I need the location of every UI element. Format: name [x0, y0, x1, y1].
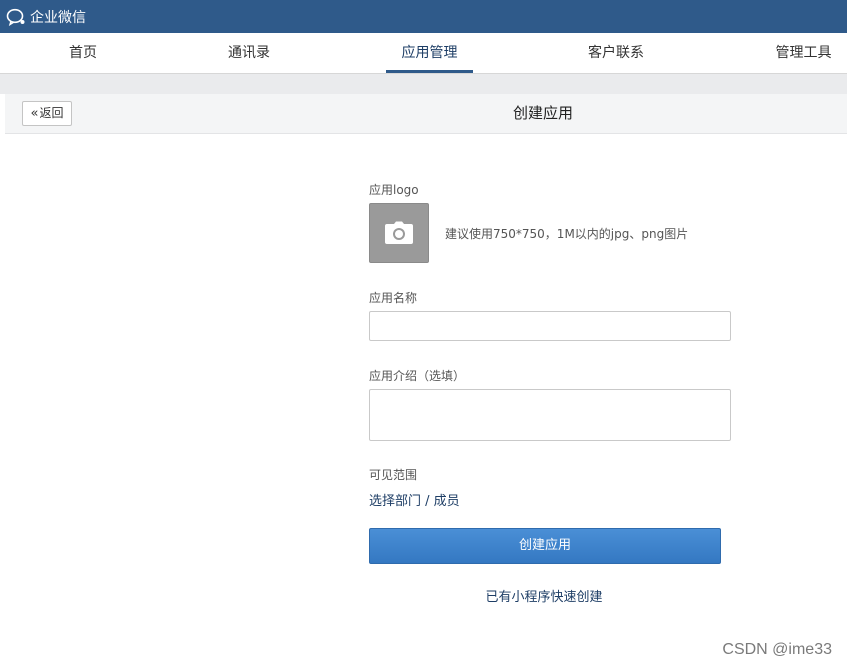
wecom-logo-icon — [5, 6, 27, 28]
active-tab-indicator — [386, 70, 473, 73]
logo-label: 应用logo — [369, 183, 419, 197]
page-background-band — [0, 74, 847, 94]
logo-hint-text: 建议使用750*750，1M以内的jpg、png图片 — [445, 227, 689, 241]
back-button[interactable]: «返回 — [22, 101, 72, 126]
logo-upload-button[interactable] — [369, 203, 429, 263]
top-bar: 企业微信 — [0, 0, 847, 33]
app-name-input[interactable] — [369, 311, 731, 341]
back-button-label: 返回 — [39, 106, 64, 120]
app-description-label: 应用介绍（选填） — [369, 369, 466, 383]
app-name-label: 应用名称 — [369, 291, 418, 305]
page-title: 创建应用 — [512, 104, 573, 122]
panel-header: 创建应用 «返回 — [5, 94, 847, 134]
csdn-watermark: CSDN @ime33 — [722, 641, 832, 658]
create-app-button[interactable]: 创建应用 — [369, 528, 721, 564]
camera-icon — [385, 221, 413, 244]
nav-tab-app-management[interactable]: 应用管理 — [386, 33, 473, 73]
app-title: 企业微信 — [30, 9, 86, 26]
nav-tab-admin-tools[interactable]: 管理工具 — [760, 33, 847, 73]
create-app-panel: 创建应用 «返回 应用logo 建议使用750*750，1M以内的jpg、png… — [5, 94, 847, 667]
double-chevron-left-icon: « — [30, 106, 39, 121]
nav-tab-home[interactable]: 首页 — [55, 33, 111, 73]
visibility-scope-label: 可见范围 — [369, 468, 418, 482]
app-description-input[interactable] — [369, 389, 731, 441]
nav-tab-customer-contact[interactable]: 客户联系 — [573, 33, 659, 73]
nav-tab-contacts[interactable]: 通讯录 — [214, 33, 284, 73]
select-department-member-link[interactable]: 选择部门 / 成员 — [369, 490, 460, 509]
main-nav: 首页 通讯录 应用管理 客户联系 管理工具 — [0, 33, 847, 74]
mini-program-quick-create-link[interactable]: 已有小程序快速创建 — [369, 586, 719, 605]
